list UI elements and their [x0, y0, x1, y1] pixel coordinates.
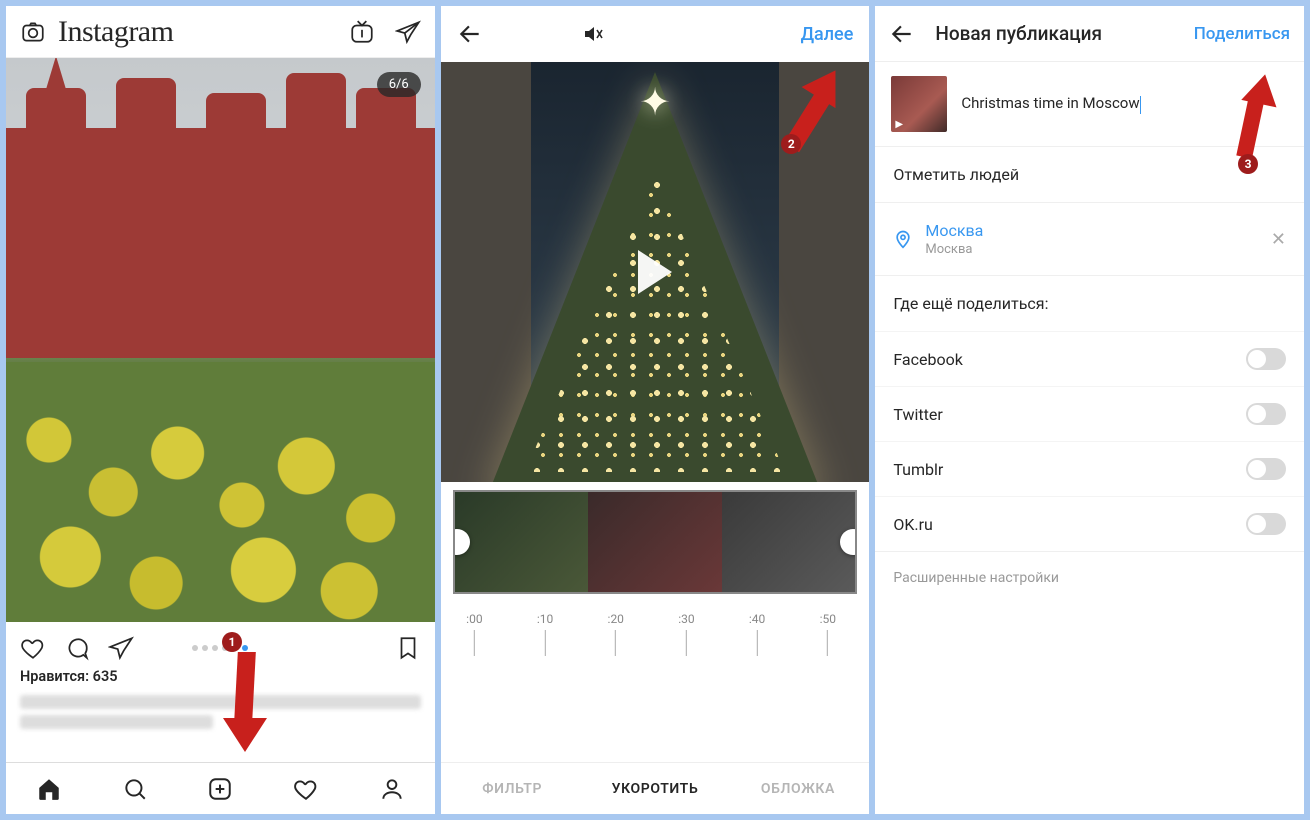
share-target-twitter[interactable]: Twitter	[875, 386, 1304, 441]
share-button[interactable]: Поделиться	[1194, 24, 1290, 44]
toggle-twitter[interactable]	[1246, 403, 1286, 425]
caption-row: Christmas time in Moscow	[875, 62, 1304, 146]
share-target-label: Twitter	[893, 405, 942, 424]
location-row[interactable]: Москва Москва ✕	[875, 202, 1304, 275]
ruler-tick-label: :40	[749, 612, 765, 626]
tag-people-label: Отметить людей	[893, 165, 1019, 184]
tab-filter[interactable]: ФИЛЬТР	[441, 763, 584, 814]
location-subtitle: Москва	[925, 242, 983, 257]
phone-2-trim: Далее ✦ :00 :10 :20 :30 :40 :50 ФИЛЬТР У…	[441, 6, 870, 814]
caption-line-1	[20, 695, 421, 709]
next-button[interactable]: Далее	[801, 24, 854, 45]
annotation-badge-3: 3	[1238, 154, 1258, 174]
nav-activity-icon[interactable]	[293, 776, 319, 802]
camera-icon[interactable]	[20, 19, 46, 45]
share-target-tumblr[interactable]: Tumblr	[875, 441, 1304, 496]
share-elsewhere-title-row: Где ещё поделиться:	[875, 275, 1304, 331]
like-icon[interactable]	[20, 635, 46, 661]
annotation-badge-1: 1	[222, 632, 242, 652]
nav-profile-icon[interactable]	[379, 776, 405, 802]
caption-input[interactable]: Christmas time in Moscow	[961, 94, 1288, 113]
phone-1-feed: Instagram 6/6	[6, 6, 435, 814]
likes-count[interactable]: Нравится: 635	[6, 668, 435, 691]
mute-icon[interactable]	[581, 22, 605, 46]
back-arrow-icon[interactable]	[457, 21, 483, 47]
share-target-label: OK.ru	[893, 515, 933, 534]
back-arrow-icon[interactable]	[889, 21, 915, 47]
clear-location-icon[interactable]: ✕	[1271, 229, 1286, 250]
comment-icon[interactable]	[64, 635, 90, 661]
ruler-tick-label: :20	[608, 612, 624, 626]
igtv-icon[interactable]	[349, 19, 375, 45]
share-target-label: Facebook	[893, 350, 962, 369]
post-action-bar	[6, 622, 435, 668]
tree-star-icon: ✦	[639, 80, 671, 125]
timeline-frame	[455, 492, 589, 592]
feed-post-image[interactable]: 6/6	[6, 58, 435, 622]
trim-timeline[interactable]	[453, 490, 858, 594]
timeline-frame	[722, 492, 856, 592]
share-target-okru[interactable]: OK.ru	[875, 496, 1304, 551]
location-pin-icon	[893, 229, 913, 249]
ruler-tick-label: :50	[820, 612, 836, 626]
caption-line-2	[20, 715, 213, 729]
ruler-tick-label: :00	[466, 612, 482, 626]
instagram-wordmark: Instagram	[58, 15, 329, 49]
ruler-tick-label: :10	[537, 612, 553, 626]
trim-header: Далее	[441, 6, 870, 62]
tab-trim[interactable]: УКОРОТИТЬ	[584, 763, 727, 814]
nav-search-icon[interactable]	[122, 776, 148, 802]
carousel-counter: 6/6	[377, 72, 421, 97]
caption-text: Christmas time in Moscow	[961, 94, 1139, 112]
edit-tabs: ФИЛЬТР УКОРОТИТЬ ОБЛОЖКА	[441, 762, 870, 814]
nav-home-icon[interactable]	[36, 776, 62, 802]
ruler-tick-label: :30	[678, 612, 694, 626]
toggle-tumblr[interactable]	[1246, 458, 1286, 480]
timeline-frame	[588, 492, 722, 592]
save-icon[interactable]	[395, 635, 421, 661]
feed-header: Instagram	[6, 6, 435, 58]
page-title: Новая публикация	[935, 22, 1102, 45]
share-icon[interactable]	[108, 635, 134, 661]
share-target-label: Tumblr	[893, 460, 943, 479]
bottom-nav	[6, 762, 435, 814]
direct-icon[interactable]	[395, 19, 421, 45]
location-name: Москва	[925, 221, 983, 240]
new-post-header: Новая публикация Поделиться	[875, 6, 1304, 62]
phone-3-new-post: Новая публикация Поделиться Christmas ti…	[875, 6, 1304, 814]
share-section-title: Где ещё поделиться:	[893, 294, 1048, 313]
tab-cover[interactable]: ОБЛОЖКА	[726, 763, 869, 814]
time-ruler: :00 :10 :20 :30 :40 :50	[459, 612, 852, 672]
advanced-settings-label: Расширенные настройки	[893, 570, 1059, 586]
play-icon[interactable]	[638, 250, 672, 294]
nav-add-icon[interactable]	[207, 776, 233, 802]
share-target-facebook[interactable]: Facebook	[875, 331, 1304, 386]
toggle-okru[interactable]	[1246, 513, 1286, 535]
advanced-settings-row[interactable]: Расширенные настройки	[875, 551, 1304, 604]
toggle-facebook[interactable]	[1246, 348, 1286, 370]
post-thumbnail[interactable]	[891, 76, 947, 132]
